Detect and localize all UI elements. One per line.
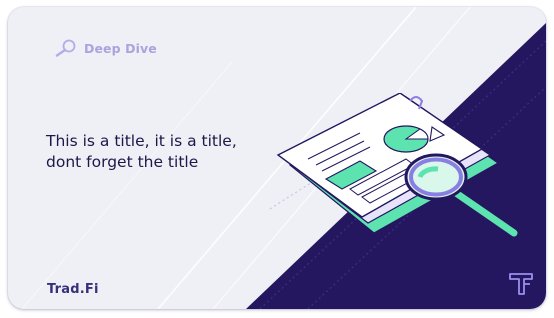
- document-front-sheet: [276, 93, 484, 218]
- magnifier-icon: [55, 39, 76, 57]
- category-tag: Deep Dive: [54, 38, 157, 58]
- content-card: Deep Dive This is a title, it is a title…: [8, 7, 546, 309]
- brand-logo: Trad.Fi: [47, 282, 99, 297]
- card-title: This is a title, it is a title, dont for…: [46, 132, 237, 171]
- decorative-line: [21, 61, 233, 309]
- tradfi-logo-icon: [509, 273, 533, 295]
- tag-label: Deep Dive: [84, 40, 157, 56]
- magnifier-lens: [404, 153, 468, 201]
- magnifier-handle: [452, 189, 518, 237]
- document-with-magnifier-illustration: [269, 93, 520, 239]
